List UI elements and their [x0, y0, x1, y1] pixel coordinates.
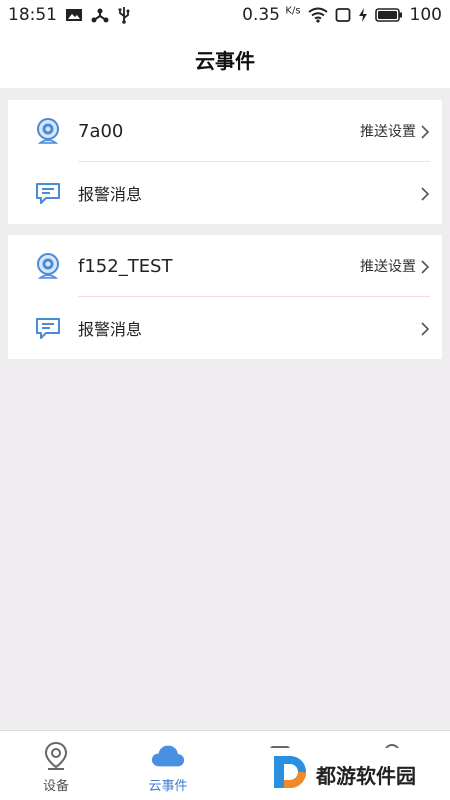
alarm-message-label: 报警消息: [78, 185, 143, 204]
tab-label: 设备: [42, 779, 69, 794]
status-time: 18:51: [8, 5, 57, 25]
device-card: f152_TEST 推送设置 报警消息: [8, 235, 442, 359]
device-row[interactable]: f152_TEST 推送设置: [8, 235, 442, 297]
camera-icon: [34, 252, 62, 280]
message-icon: [34, 179, 62, 207]
watermark: 都游软件园: [270, 748, 450, 800]
camera-icon: [34, 117, 62, 145]
alarm-message-row[interactable]: 报警消息: [8, 297, 442, 359]
chevron-right-icon: [420, 124, 430, 139]
device-row[interactable]: 7a00 推送设置: [8, 100, 442, 162]
alarm-message-label: 报警消息: [78, 320, 143, 339]
sim-icon: [335, 7, 351, 23]
watermark-logo-icon: [270, 752, 310, 796]
tab-devices[interactable]: 设备: [0, 731, 112, 800]
device-name: f152_TEST: [78, 255, 173, 277]
tab-label: 云事件: [148, 779, 188, 794]
chevron-right-icon: [420, 186, 430, 201]
cloud-icon: [151, 739, 185, 773]
device-card: 7a00 推送设置 报警消息: [8, 100, 442, 224]
battery-icon: [374, 7, 403, 23]
alarm-message-row[interactable]: 报警消息: [8, 162, 442, 224]
image-notification-icon: [65, 7, 83, 23]
usb-icon: [117, 6, 131, 24]
network-share-icon: [91, 7, 109, 23]
network-speed: 0.35 K/s: [242, 5, 301, 25]
chevron-right-icon: [420, 321, 430, 336]
location-pin-icon: [39, 739, 73, 773]
push-settings-link[interactable]: 推送设置: [360, 256, 416, 276]
battery-level: 100: [409, 5, 442, 25]
tab-cloud-events[interactable]: 云事件: [112, 731, 224, 800]
page-title: 云事件: [195, 48, 255, 73]
message-icon: [34, 314, 62, 342]
wifi-icon: [307, 7, 328, 23]
watermark-text: 都游软件园: [316, 763, 416, 788]
chevron-right-icon: [420, 259, 430, 274]
charging-icon: [358, 7, 368, 23]
status-bar: 18:51 0.35 K/s 100: [0, 0, 450, 30]
push-settings-link[interactable]: 推送设置: [360, 121, 416, 141]
header: 云事件: [0, 30, 450, 88]
device-name: 7a00: [78, 120, 124, 142]
